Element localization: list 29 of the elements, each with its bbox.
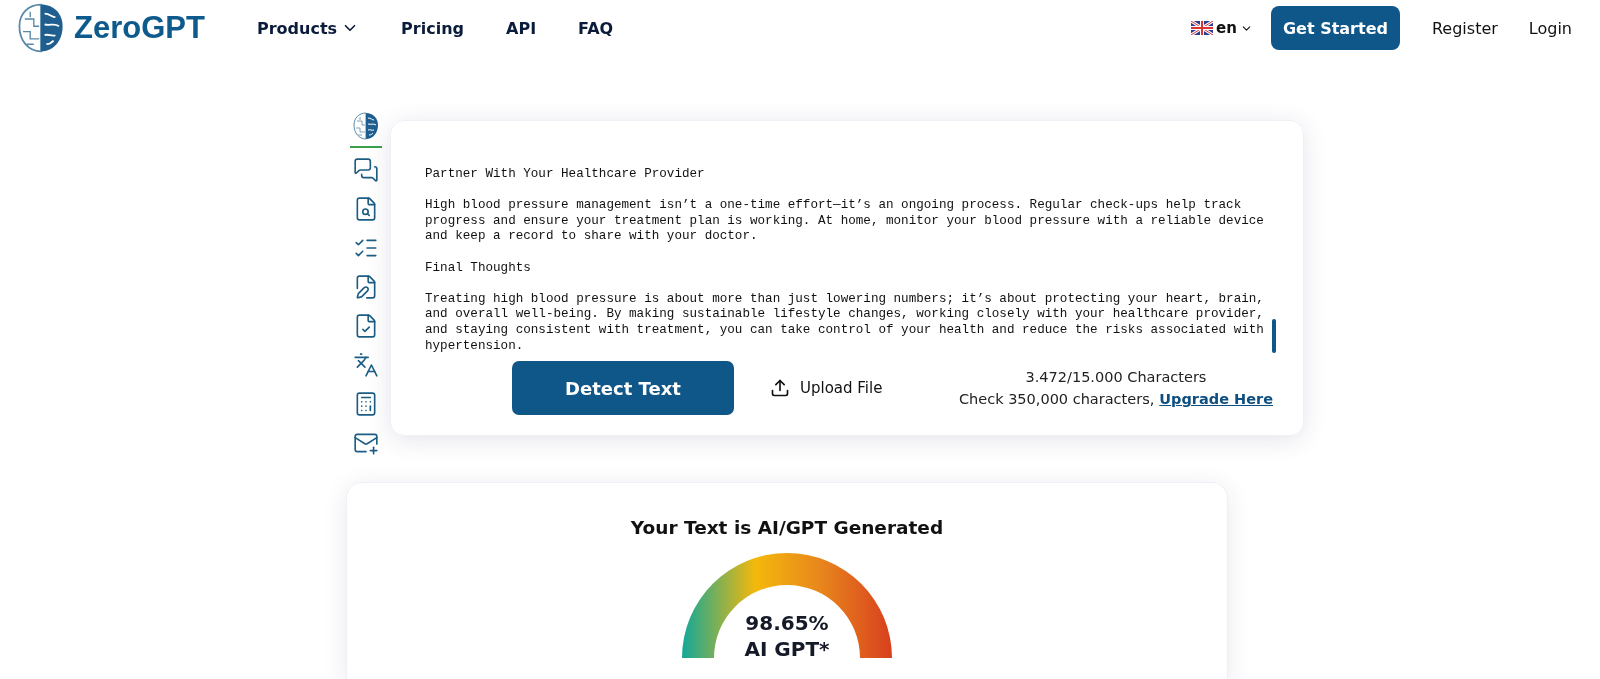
upload-file-button[interactable]: Upload File (764, 377, 889, 399)
header-link[interactable]: Register (1431, 18, 1498, 38)
translate-icon (353, 351, 379, 378)
text-input[interactable] (425, 167, 1273, 355)
language-selector[interactable]: en (1191, 19, 1253, 37)
nav-link[interactable]: FAQ (578, 18, 614, 38)
result-title: Your Text is AI/GPT Generated (630, 517, 944, 538)
logo-text[interactable]: ZeroGPT (74, 10, 205, 46)
scrollbar-thumb[interactable] (1272, 319, 1276, 353)
input-text: High blood pressure management isn’t a one-time effort—it’s an ongoing process. Regular check-ups help track progress and ensure your treatment plan is working. At home, monitor your blood pressure with a reliable device and keep a record to share with your doctor. (425, 198, 1265, 245)
score-value: 98.65% (745, 610, 829, 636)
chat-bubbles-icon (353, 156, 379, 183)
flag-icon (1191, 21, 1214, 35)
input-text: Partner With Your Healthcare Provider (425, 167, 706, 183)
score-label: AI GPT* (744, 636, 830, 662)
header-link[interactable]: Login (1528, 18, 1572, 38)
character-count: 3.472/15.000 Characters (1025, 369, 1207, 385)
nav-menu[interactable]: Products (257, 18, 360, 38)
upload-icon (770, 378, 790, 398)
detect-text-button[interactable]: Detect Text (512, 361, 734, 415)
input-text: Treating high blood pressure is about more than just lowering numbers; it’s about protecting your heart, brain, and overall well-being. By making sustainable lifestyle changes, working closely with your healthcare provider, and staying consistent with treatment, you can take control of your health and reduce the risks associated with hypertension. (425, 291, 1265, 355)
input-text: Final Thoughts (425, 260, 532, 277)
tool-tab[interactable] (350, 110, 382, 148)
upgrade-note: Check 350,000 characters, (958, 391, 1155, 407)
brain-icon (351, 110, 381, 141)
nav-link[interactable]: API (506, 18, 537, 38)
nav-link[interactable]: Pricing (401, 18, 465, 38)
upgrade-link[interactable]: Upgrade Here (1159, 391, 1273, 407)
get-started-button[interactable]: Get Started (1270, 6, 1400, 50)
